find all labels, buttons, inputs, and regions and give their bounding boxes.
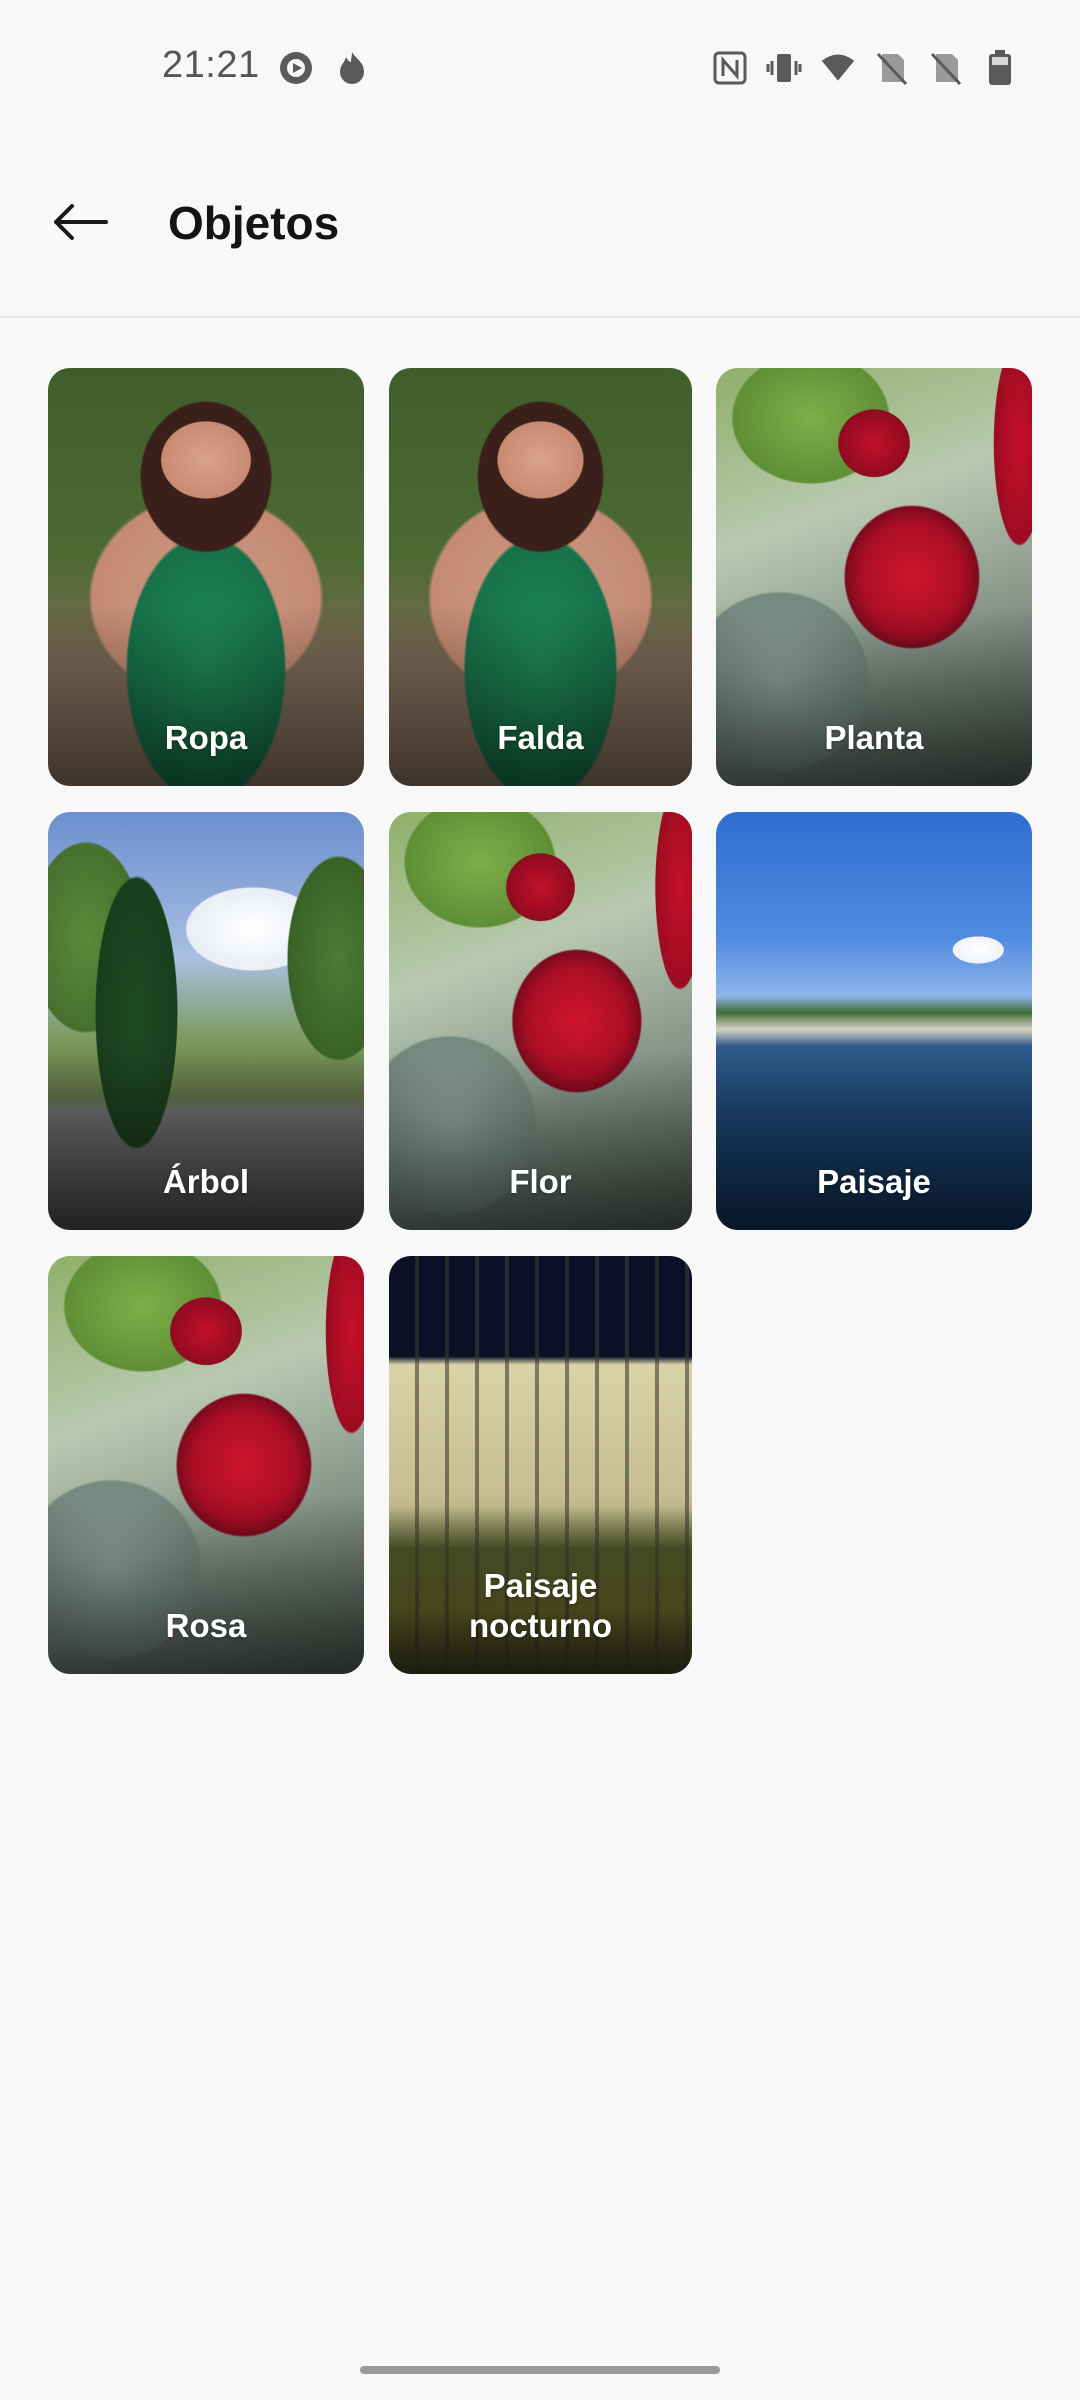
tile-label: Paisaje <box>817 1163 931 1200</box>
category-tile-paisaje[interactable]: Paisaje <box>716 812 1032 1230</box>
status-bar: 21:21 <box>0 0 1080 140</box>
category-tile-ropa[interactable]: Ropa <box>48 368 364 786</box>
vibrate-icon <box>766 50 802 86</box>
app-bar: Objetos <box>0 140 1080 316</box>
tile-label: Rosa <box>165 1607 247 1644</box>
tile-label: Árbol <box>162 1163 250 1200</box>
nfc-icon <box>712 50 748 86</box>
status-left-icons <box>278 50 370 86</box>
page-title: Objetos <box>168 197 340 249</box>
tile-label: Ropa <box>164 719 248 756</box>
no-sim-icon <box>874 50 910 86</box>
category-tile-falda[interactable]: Falda <box>389 368 692 786</box>
status-time: 21:21 <box>162 44 260 86</box>
battery-icon <box>982 50 1018 86</box>
fire-icon <box>334 50 370 86</box>
category-tile-rosa[interactable]: Rosa <box>48 1256 364 1674</box>
tile-label: Planta <box>824 719 924 756</box>
category-tile-arbol[interactable]: Árbol <box>48 812 364 1230</box>
play-icon <box>278 50 314 86</box>
no-sim-icon <box>928 50 964 86</box>
divider <box>0 316 1080 318</box>
category-tile-flor[interactable]: Flor <box>389 812 692 1230</box>
tile-label: Flor <box>509 1163 572 1200</box>
wifi-icon <box>820 50 856 86</box>
home-indicator[interactable] <box>360 2366 720 2374</box>
category-tile-planta[interactable]: Planta <box>716 368 1032 786</box>
status-right-icons <box>712 50 1018 86</box>
tile-label: Paisaje nocturno <box>469 1567 612 1644</box>
arrow-left-icon <box>50 202 110 247</box>
category-tile-paisaje-nocturno[interactable]: Paisaje nocturno <box>389 1256 692 1674</box>
tile-label: Falda <box>497 719 584 756</box>
back-button[interactable] <box>44 188 116 260</box>
